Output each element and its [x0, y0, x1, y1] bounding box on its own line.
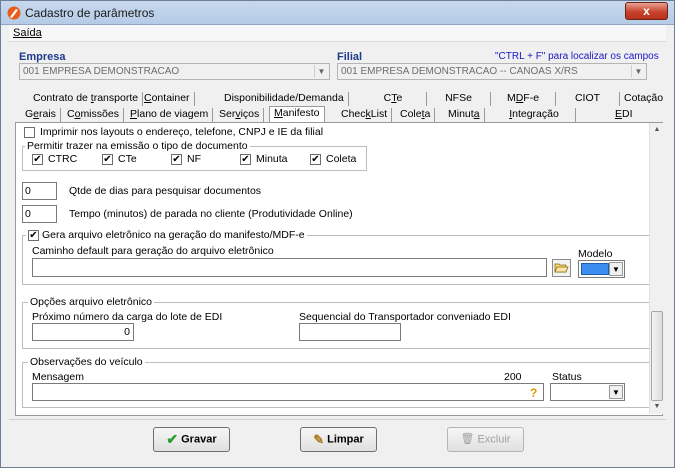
menu-bar: Saída [9, 25, 666, 42]
excluir-label: Excluir [477, 433, 511, 446]
tab-cotacao[interactable]: Cotação [620, 92, 667, 106]
proximo-input[interactable]: 0 [32, 323, 134, 341]
imprimir-label: Imprimir nos layouts o endereço, telefon… [40, 126, 324, 138]
mensagem-label: Mensagem [32, 371, 84, 383]
modelo-color-swatch [581, 263, 609, 275]
nf-checkbox[interactable]: ✔ [171, 154, 182, 165]
empresa-select[interactable]: 001 EMPRESA DEMONSTRACAO ▼ [19, 63, 330, 80]
mensagem-input[interactable] [32, 383, 544, 401]
nf-label: NF [187, 153, 201, 165]
folder-open-button[interactable] [552, 259, 571, 277]
chevron-down-icon: ▼ [609, 262, 623, 276]
permitir-legend: Permitir trazer na emissão o tipo de doc… [25, 140, 250, 152]
tab-checklist[interactable]: CheckList [337, 108, 393, 122]
tab-plano-viagem[interactable]: Plano de viagem [126, 108, 214, 122]
folder-open-icon [554, 263, 569, 273]
tab-servicos[interactable]: Serviços [215, 108, 265, 122]
tab-minuta[interactable]: Minuta [444, 108, 485, 122]
scroll-up-icon[interactable]: ▲ [652, 126, 662, 133]
observacoes-legend: Observações do veículo [28, 356, 145, 368]
app-icon [7, 6, 21, 20]
modelo-label: Modelo [578, 248, 613, 260]
title-bar: Cadastro de parâmetros x [1, 1, 674, 25]
limpar-button[interactable]: ✎ Limpar [300, 427, 377, 452]
tab-disponibilidade[interactable]: Disponibilidade/Demanda [220, 92, 349, 106]
filial-label: Filial [337, 51, 363, 63]
sequencial-label: Sequencial do Transportador conveniado E… [299, 311, 511, 323]
tempo-label: Tempo (minutos) de parada no cliente (Pr… [69, 208, 353, 220]
tab-container[interactable]: Container [140, 92, 195, 106]
mensagem-char-count: 200 [504, 371, 522, 383]
tab-nfse[interactable]: NFSe [427, 92, 491, 106]
chevron-down-icon: ▼ [631, 65, 645, 78]
manifesto-panel: Imprimir nos layouts o endereço, telefon… [15, 122, 663, 416]
tab-mdfe[interactable]: MDF-e [491, 92, 556, 106]
limpar-label: Limpar [327, 433, 364, 446]
gravar-label: Gravar [181, 433, 217, 446]
close-button[interactable]: x [625, 2, 668, 20]
trash-icon: 🗑 [460, 433, 475, 445]
tempo-input[interactable]: 0 [22, 205, 57, 223]
tab-ciot[interactable]: CIOT [556, 92, 620, 106]
cte-label: CTe [118, 153, 137, 165]
ctrc-label: CTRC [48, 153, 78, 165]
tab-edi[interactable]: EDI [611, 108, 637, 122]
modelo-select[interactable]: ▼ [578, 260, 625, 278]
broom-icon: ✎ [313, 432, 325, 447]
coleta-checkbox[interactable]: ✔ [310, 154, 321, 165]
filial-value: 001 EMPRESA DEMONSTRACAO -- CANOAS X/RS [341, 66, 578, 77]
tab-comissoes[interactable]: Comissões [63, 108, 124, 122]
filial-select[interactable]: 001 EMPRESA DEMONSTRACAO -- CANOAS X/RS … [337, 63, 647, 80]
tab-cte[interactable]: CTe [360, 92, 427, 106]
chevron-down-icon: ▼ [609, 385, 623, 399]
cte-checkbox[interactable]: ✔ [102, 154, 113, 165]
tab-integracao[interactable]: Integração [493, 108, 576, 122]
scrollbar-thumb[interactable] [651, 311, 663, 401]
ctrc-checkbox[interactable]: ✔ [32, 154, 43, 165]
opcoes-legend: Opções arquivo eletrônico [28, 296, 154, 308]
gravar-button[interactable]: ✔ Gravar [153, 427, 230, 452]
vertical-scrollbar[interactable]: ▲ ▼ [649, 123, 663, 414]
help-icon[interactable]: ? [530, 386, 537, 400]
caminho-input[interactable] [32, 258, 547, 277]
coleta-label: Coleta [326, 153, 357, 165]
qtde-dias-input[interactable]: 0 [22, 182, 57, 200]
tab-gerais[interactable]: Gerais [21, 108, 61, 122]
imprimir-checkbox[interactable] [24, 127, 35, 138]
gera-arquivo-checkbox[interactable]: ✔ [28, 230, 39, 241]
checkmark-icon: ✔ [166, 431, 179, 447]
window-title: Cadastro de parâmetros [25, 6, 155, 20]
chevron-down-icon: ▼ [314, 65, 328, 78]
scroll-down-icon[interactable]: ▼ [652, 403, 662, 410]
excluir-button[interactable]: 🗑 Excluir [447, 427, 524, 452]
search-hint: "CTRL + F" para localizar os campos [495, 51, 659, 62]
main-window: Cadastro de parâmetros x Saída Empresa 0… [0, 0, 675, 468]
caminho-label: Caminho default para geração do arquivo … [32, 245, 274, 257]
menu-saida[interactable]: Saída [13, 27, 42, 39]
close-icon: x [643, 4, 650, 18]
status-label: Status [552, 371, 582, 383]
tab-manifesto[interactable]: Manifesto [269, 106, 325, 123]
tab-contrato-transporte[interactable]: Contrato de transporte [29, 92, 144, 106]
qtde-dias-label: Qtde de dias para pesquisar documentos [69, 185, 262, 197]
minuta-label: Minuta [256, 153, 288, 165]
tab-coleta[interactable]: Coleta [396, 108, 436, 122]
empresa-label: Empresa [19, 51, 66, 63]
empresa-value: 001 EMPRESA DEMONSTRACAO [23, 66, 180, 77]
status-select[interactable]: ▼ [550, 383, 625, 401]
sequencial-input[interactable] [299, 323, 401, 341]
gera-arquivo-legend: Gera arquivo eletrônico na geração do ma… [26, 229, 307, 241]
minuta-checkbox[interactable]: ✔ [240, 154, 251, 165]
footer-bar: ✔ Gravar ✎ Limpar 🗑 Excluir [9, 419, 666, 461]
proximo-label: Próximo número da carga do lote de EDI [32, 311, 223, 323]
